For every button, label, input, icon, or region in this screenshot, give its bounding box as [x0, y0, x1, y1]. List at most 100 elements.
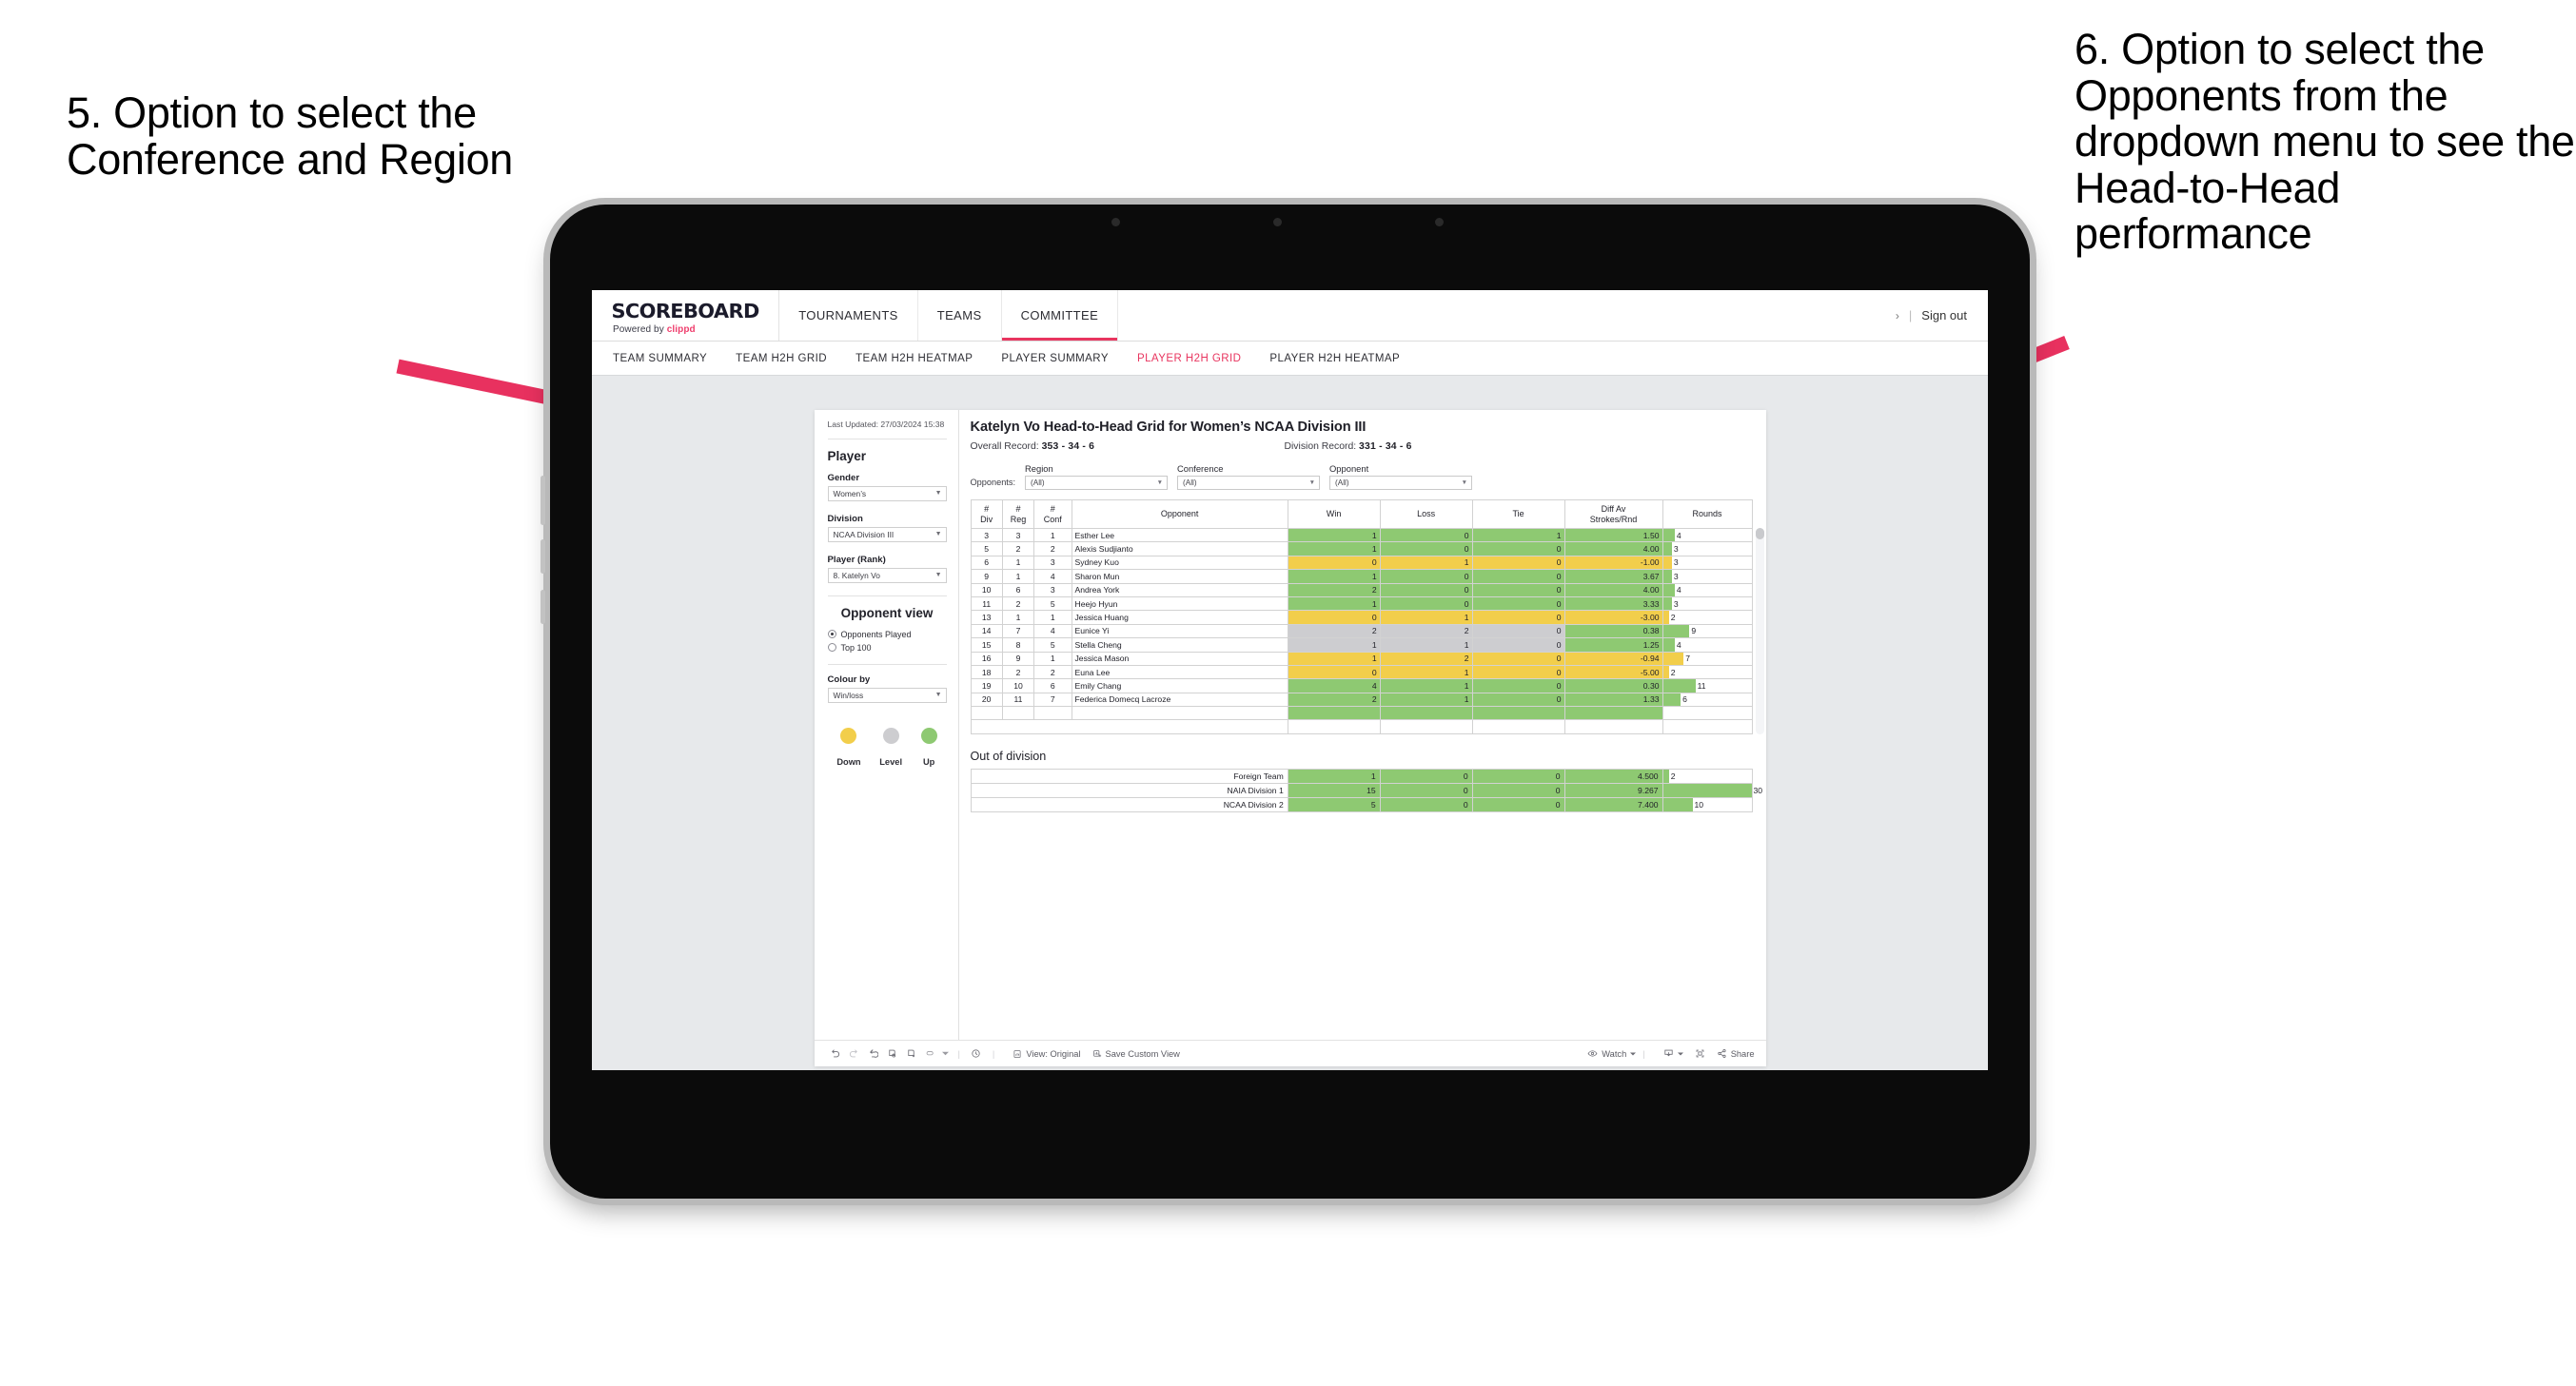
- table-row[interactable]: 6 1 3 Sydney Kuo 0 1 0 -1.00 3: [970, 555, 1753, 571]
- filter-opponent: Opponent (All) ▼: [1329, 463, 1473, 490]
- h2h-cell: 4: [1033, 623, 1072, 639]
- radio-opponents-played[interactable]: Opponents Played: [827, 630, 947, 639]
- filter-region-label: Region: [1025, 463, 1053, 474]
- table-row[interactable]: 5 2 2 Alexis Sudjianto 1 0 0 4.00 3: [970, 541, 1753, 556]
- h2h-rounds-bar: 7: [1662, 651, 1753, 666]
- table-row[interactable]: 14 7 4 Eunice Yi 2 2 0 0.38 9: [970, 623, 1753, 639]
- table-row[interactable]: Foreign Team 1 0 0 4.500 2: [970, 768, 1753, 785]
- h2h-opponent-cell: Emily Chang: [1071, 678, 1288, 693]
- nav-tab-teams[interactable]: TEAMS: [918, 290, 1002, 341]
- h2h-col-header-2[interactable]: # Conf: [1033, 499, 1072, 529]
- table-row[interactable]: 3 3 1 Esther Lee 1 0 1 1.50 4: [970, 527, 1753, 543]
- table-scrollbar-thumb[interactable]: [1755, 528, 1764, 539]
- share-button[interactable]: Share: [1717, 1048, 1755, 1059]
- h2h-col-header-4[interactable]: Win: [1287, 499, 1381, 529]
- chevron-down-icon: [1630, 1052, 1637, 1055]
- nav-tab-tournaments[interactable]: TOURNAMENTS: [779, 290, 918, 341]
- h2h-cell: 20: [970, 692, 1003, 708]
- signout-link[interactable]: Sign out: [1921, 308, 1967, 322]
- save-custom-view-button[interactable]: Save Custom View: [1092, 1049, 1180, 1059]
- brand-logo[interactable]: SCOREBOARD Powered by clippd: [592, 290, 780, 341]
- subnav-team-h2h-heatmap[interactable]: TEAM H2H HEATMAP: [855, 353, 973, 364]
- h2h-col-header-1[interactable]: # Reg: [1001, 499, 1035, 529]
- revert-icon[interactable]: [864, 1048, 883, 1059]
- h2h-col-header-8[interactable]: Rounds: [1662, 499, 1753, 529]
- h2h-opponent-cell: Esther Lee: [1071, 527, 1288, 543]
- table-row[interactable]: 13 1 1 Jessica Huang 0 1 0 -3.00 2: [970, 610, 1753, 625]
- h2h-cell: 1: [1287, 637, 1381, 653]
- region-select[interactable]: (All) ▼: [1025, 476, 1169, 490]
- h2h-col-header-0[interactable]: # Div: [970, 499, 1003, 529]
- h2h-header-row: # Div # Reg # Conf Opponent Win Loss Tie Diff Av St…: [970, 499, 1753, 529]
- gender-value: Women’s: [833, 488, 867, 498]
- chevron-down-icon[interactable]: [940, 1050, 952, 1057]
- table-row[interactable]: 10 6 3 Andrea York 2 0 0 4.00 4: [970, 582, 1753, 597]
- refresh-icon[interactable]: [883, 1048, 902, 1059]
- h2h-table: # Div # Reg # Conf Opponent Win Loss Tie Diff Av St…: [970, 499, 1753, 734]
- share-label: Share: [1730, 1048, 1755, 1059]
- division-select[interactable]: NCAA Division III ▼: [827, 526, 947, 542]
- h2h-col-header-5[interactable]: Loss: [1379, 499, 1473, 529]
- table-row[interactable]: NCAA Division 2 5 0 0 7.400 10: [970, 797, 1753, 813]
- player-rank-select[interactable]: 8. Katelyn Vo ▼: [827, 567, 947, 583]
- subnav-player-h2h-grid[interactable]: PLAYER H2H GRID: [1137, 353, 1241, 364]
- colour-by-select[interactable]: Win/loss ▼: [827, 687, 947, 703]
- ood-rounds-bar: 30: [1662, 783, 1762, 799]
- subnav-player-summary[interactable]: PLAYER SUMMARY: [1001, 353, 1109, 364]
- undo-icon[interactable]: [826, 1048, 845, 1059]
- toolbar-separator: |: [957, 1048, 960, 1059]
- sidebar-heading-player: Player: [827, 448, 867, 463]
- subnav-team-summary[interactable]: TEAM SUMMARY: [613, 353, 707, 364]
- opponent-select[interactable]: (All) ▼: [1329, 476, 1473, 490]
- h2h-cell: 11: [1001, 692, 1035, 708]
- volume-up-button[interactable]: [541, 476, 545, 525]
- legend-dot-up: [920, 727, 937, 744]
- table-row[interactable]: 16 9 1 Jessica Mason 1 2 0 -0.94 7: [970, 651, 1753, 666]
- h2h-opponent-cell: Eunice Yi: [1071, 623, 1288, 639]
- table-row[interactable]: 20 11 7 Federica Domecq Lacroze 2 1 0 1.33 6: [970, 692, 1753, 708]
- subnav-player-h2h-heatmap[interactable]: PLAYER H2H HEATMAP: [1269, 353, 1400, 364]
- brand-sub-accent: clippd: [666, 323, 696, 335]
- tablet-device-frame: SCOREBOARD Powered by clippd TOURNAMENTS…: [541, 205, 2030, 1199]
- h2h-cell: 4: [1033, 569, 1072, 584]
- table-row[interactable]: 11 2 5 Heejo Hyun 1 0 0 3.33 3: [970, 595, 1753, 612]
- conference-select[interactable]: (All) ▼: [1177, 476, 1321, 490]
- h2h-cell: 2: [1001, 541, 1035, 556]
- chevron-right-icon[interactable]: ›: [1896, 309, 1899, 322]
- h2h-cell: 1: [1379, 678, 1473, 693]
- radio-top-100[interactable]: Top 100: [827, 643, 947, 653]
- subnav-team-h2h-grid[interactable]: TEAM H2H GRID: [736, 353, 827, 364]
- gender-select[interactable]: Women’s ▼: [827, 485, 947, 501]
- power-button[interactable]: [541, 590, 545, 624]
- loop-icon[interactable]: [921, 1048, 940, 1059]
- volume-down-button[interactable]: [541, 539, 545, 574]
- table-row[interactable]: 18 2 2 Euna Lee 0 1 0 -5.00 2: [970, 664, 1753, 680]
- download-button[interactable]: [1663, 1048, 1683, 1059]
- h2h-col-header-3[interactable]: Opponent: [1071, 499, 1288, 529]
- fullscreen-button[interactable]: [1695, 1048, 1705, 1059]
- tablet-screen: SCOREBOARD Powered by clippd TOURNAMENTS…: [592, 290, 1988, 1070]
- h2h-cell: 18: [970, 664, 1003, 680]
- table-row[interactable]: 19 10 6 Emily Chang 4 1 0 0.30 11: [970, 678, 1753, 693]
- table-scrollbar-track[interactable]: [1755, 528, 1764, 734]
- h2h-cell: 0: [1379, 595, 1473, 612]
- h2h-cell: 14: [970, 623, 1003, 639]
- clock-icon[interactable]: [967, 1048, 986, 1059]
- camera-dot: [1111, 218, 1120, 226]
- redo-icon[interactable]: [845, 1048, 864, 1059]
- h2h-cell: 4.500: [1563, 768, 1663, 785]
- h2h-cell: 0: [1471, 678, 1565, 693]
- filter-conference-label: Conference: [1177, 463, 1224, 474]
- view-original-button[interactable]: View: Original: [1013, 1048, 1081, 1059]
- nav-tab-committee[interactable]: COMMITTEE: [1001, 290, 1119, 341]
- watch-button[interactable]: Watch: [1587, 1048, 1637, 1059]
- h2h-col-header-6[interactable]: Tie: [1471, 499, 1565, 529]
- pause-icon[interactable]: [902, 1048, 921, 1059]
- view-original-label: View: Original: [1026, 1048, 1081, 1059]
- h2h-opponent-cell: Euna Lee: [1071, 664, 1288, 680]
- table-row[interactable]: 9 1 4 Sharon Mun 1 0 0 3.67 3: [970, 569, 1753, 584]
- table-row[interactable]: NAIA Division 1 15 0 0 9.267 30: [970, 783, 1762, 799]
- table-row[interactable]: 15 8 5 Stella Cheng 1 1 0 1.25 4: [970, 637, 1753, 653]
- h2h-col-header-7[interactable]: Diff Av Strokes/Rnd: [1563, 499, 1663, 529]
- h2h-cell: 0: [1379, 797, 1473, 813]
